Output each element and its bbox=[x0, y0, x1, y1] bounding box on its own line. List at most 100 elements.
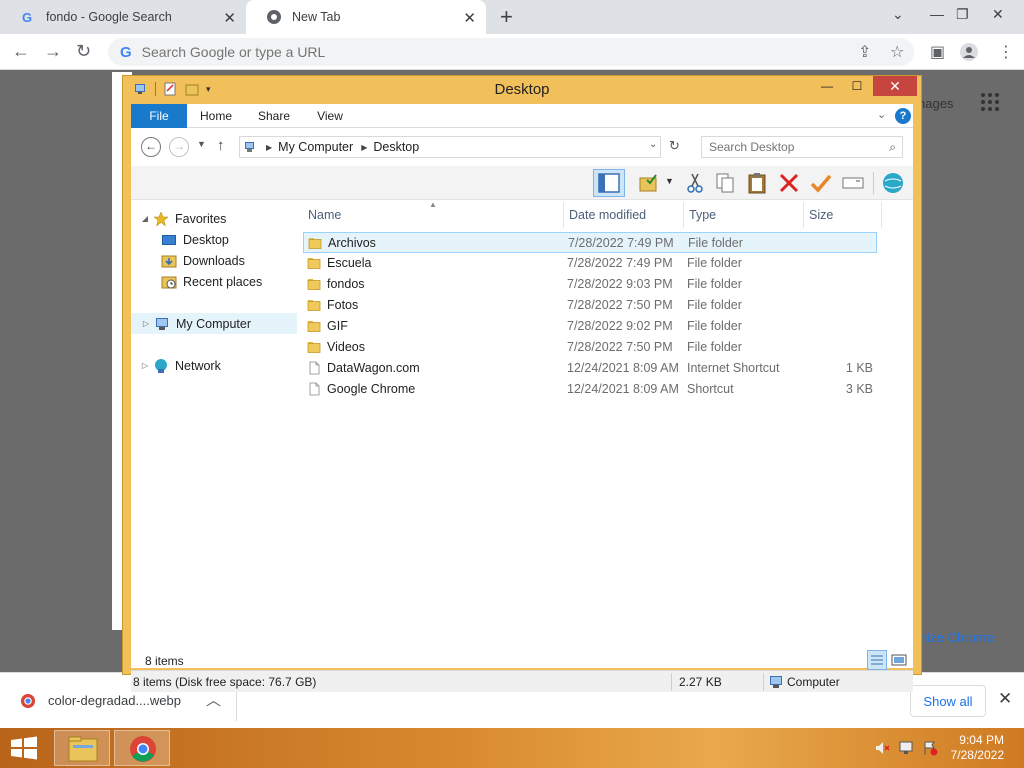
back-arrow-icon[interactable]: ← bbox=[12, 41, 30, 62]
nav-downloads[interactable]: Downloads bbox=[131, 250, 297, 271]
windows-start-icon[interactable] bbox=[8, 736, 40, 760]
column-size[interactable]: Size bbox=[809, 208, 833, 222]
share-icon[interactable]: ⇪ bbox=[858, 42, 871, 62]
collapse-arrow-icon[interactable]: ◢ bbox=[139, 214, 151, 223]
status-size: 2.27 KB bbox=[679, 675, 722, 689]
google-apps-icon[interactable] bbox=[980, 92, 1000, 112]
explorer-title-bar[interactable]: ▾ Desktop — ☐ ✕ bbox=[123, 76, 921, 104]
close-tab-icon[interactable]: ✕ bbox=[463, 9, 476, 27]
images-link[interactable]: nages bbox=[918, 96, 953, 111]
divider bbox=[671, 673, 672, 691]
column-divider[interactable] bbox=[881, 202, 882, 228]
bookmark-star-icon[interactable]: ☆ bbox=[890, 42, 904, 62]
search-input[interactable] bbox=[702, 137, 872, 157]
back-button[interactable]: ← bbox=[141, 137, 161, 157]
tab-file[interactable]: File bbox=[131, 104, 187, 128]
forward-arrow-icon[interactable]: → bbox=[44, 41, 62, 62]
tab-google-search[interactable]: G fondo - Google Search ✕ bbox=[0, 0, 246, 34]
tab-new-tab[interactable]: New Tab ✕ bbox=[246, 0, 486, 34]
file-row-folder[interactable]: Fotos 7/28/2022 7:50 PM File folder bbox=[303, 295, 877, 316]
minimize-button[interactable]: — bbox=[813, 76, 841, 96]
address-bar[interactable]: ▶ My Computer ▶ Desktop bbox=[239, 136, 661, 158]
breadcrumb-separator-icon[interactable]: ▶ bbox=[266, 143, 272, 152]
omnibox-input[interactable] bbox=[141, 44, 742, 60]
recent-locations-chevron-icon[interactable]: ▼ bbox=[197, 139, 206, 149]
checkmark-icon[interactable] bbox=[809, 171, 833, 195]
column-divider[interactable] bbox=[803, 202, 804, 228]
customize-chrome-button[interactable]: nize Chrome bbox=[920, 630, 994, 645]
file-row-folder[interactable]: Archivos 7/28/2022 7:49 PM File folder bbox=[303, 232, 877, 253]
downloads-folder-icon bbox=[161, 255, 177, 267]
column-type[interactable]: Type bbox=[689, 208, 716, 222]
large-icons-view-icon[interactable] bbox=[891, 652, 907, 668]
expand-arrow-icon[interactable]: ▷ bbox=[140, 319, 152, 328]
column-divider[interactable] bbox=[563, 202, 564, 228]
details-view-icon bbox=[871, 655, 883, 665]
omnibox[interactable]: G bbox=[108, 38, 914, 66]
breadcrumb-my-computer[interactable]: My Computer bbox=[278, 140, 353, 154]
rename-icon[interactable] bbox=[841, 171, 865, 195]
close-button[interactable]: ✕ bbox=[873, 76, 917, 96]
close-icon[interactable]: ✕ bbox=[998, 689, 1012, 709]
reload-icon[interactable]: ↻ bbox=[76, 41, 91, 62]
taskbar-file-explorer[interactable] bbox=[54, 730, 110, 766]
maximize-button[interactable]: ☐ bbox=[843, 76, 871, 96]
new-tab-button[interactable]: + bbox=[500, 4, 513, 30]
taskbar-chrome[interactable] bbox=[114, 730, 170, 766]
nav-label: Network bbox=[175, 358, 221, 373]
column-date-modified[interactable]: Date modified bbox=[569, 208, 646, 222]
nav-label: My Computer bbox=[176, 316, 252, 331]
preview-pane-button[interactable] bbox=[593, 169, 625, 197]
nav-recent-places[interactable]: Recent places bbox=[131, 271, 297, 292]
cut-icon[interactable] bbox=[683, 171, 707, 195]
forward-button[interactable]: → bbox=[169, 137, 189, 157]
tab-view[interactable]: View bbox=[307, 104, 353, 128]
column-name[interactable]: Name bbox=[308, 208, 341, 222]
nav-network[interactable]: ▷ Network bbox=[131, 355, 297, 376]
chrome-menu-icon[interactable]: ⋮ bbox=[998, 42, 1014, 62]
copy-icon[interactable] bbox=[713, 171, 737, 195]
restore-icon[interactable]: ❐ bbox=[956, 6, 969, 23]
delete-icon[interactable] bbox=[777, 171, 801, 195]
taskbar-clock[interactable]: 9:04 PM 7/28/2022 bbox=[951, 733, 1004, 763]
breadcrumb-desktop[interactable]: Desktop bbox=[373, 140, 419, 154]
tab-search-chevron-icon[interactable]: ⌄ bbox=[892, 6, 904, 23]
expand-arrow-icon[interactable]: ▷ bbox=[139, 361, 151, 370]
expand-ribbon-chevron-icon[interactable]: ⌄ bbox=[877, 108, 886, 121]
search-icon[interactable]: ⌕ bbox=[889, 140, 896, 155]
details-view-button[interactable] bbox=[867, 650, 887, 670]
network-icon[interactable] bbox=[898, 740, 914, 756]
address-dropdown-chevron-icon[interactable]: ⌄ bbox=[649, 139, 657, 150]
file-row-shortcut[interactable]: DataWagon.com 12/24/2021 8:09 AM Internet … bbox=[303, 358, 877, 379]
profile-avatar-icon[interactable] bbox=[960, 43, 978, 61]
show-all-button[interactable]: Show all bbox=[910, 685, 986, 717]
file-row-folder[interactable]: GIF 7/28/2022 9:02 PM File folder bbox=[303, 316, 877, 337]
nav-my-computer[interactable]: ▷ My Computer bbox=[131, 313, 297, 334]
close-tab-icon[interactable]: ✕ bbox=[223, 9, 236, 27]
column-divider[interactable] bbox=[683, 202, 684, 228]
file-row-shortcut[interactable]: Google Chrome 12/24/2021 8:09 AM Shortcut 3… bbox=[303, 379, 877, 400]
file-row-folder[interactable]: Videos 7/28/2022 7:50 PM File folder bbox=[303, 337, 877, 358]
breadcrumb-separator-icon[interactable]: ▶ bbox=[361, 143, 367, 152]
volume-muted-icon[interactable] bbox=[874, 740, 890, 756]
globe-icon[interactable] bbox=[881, 171, 905, 195]
file-row-folder[interactable]: Escuela 7/28/2022 7:49 PM File folder bbox=[303, 253, 877, 274]
search-box[interactable]: ⌕ bbox=[701, 136, 903, 158]
help-icon[interactable]: ? bbox=[895, 108, 911, 124]
minimize-icon[interactable]: — bbox=[930, 6, 944, 22]
tab-home[interactable]: Home bbox=[193, 104, 239, 128]
file-row-folder[interactable]: fondos 7/28/2022 9:03 PM File folder bbox=[303, 274, 877, 295]
tab-share[interactable]: Share bbox=[251, 104, 297, 128]
download-file-name[interactable]: color-degradad....webp bbox=[48, 693, 181, 708]
paste-icon[interactable] bbox=[745, 171, 769, 195]
refresh-icon[interactable]: ↻ bbox=[669, 138, 680, 154]
side-panel-icon[interactable]: ▣ bbox=[930, 42, 945, 62]
nav-desktop[interactable]: Desktop bbox=[131, 229, 297, 250]
nav-favorites[interactable]: ◢ Favorites bbox=[131, 208, 297, 229]
close-window-icon[interactable]: ✕ bbox=[992, 6, 1004, 23]
up-arrow-icon[interactable]: ↑ bbox=[217, 137, 225, 154]
select-folder-icon[interactable] bbox=[637, 171, 661, 195]
chevron-up-icon[interactable]: ︿ bbox=[206, 689, 221, 710]
select-dropdown-chevron-icon[interactable]: ▼ bbox=[665, 176, 674, 186]
action-center-flag-icon[interactable] bbox=[922, 740, 938, 756]
